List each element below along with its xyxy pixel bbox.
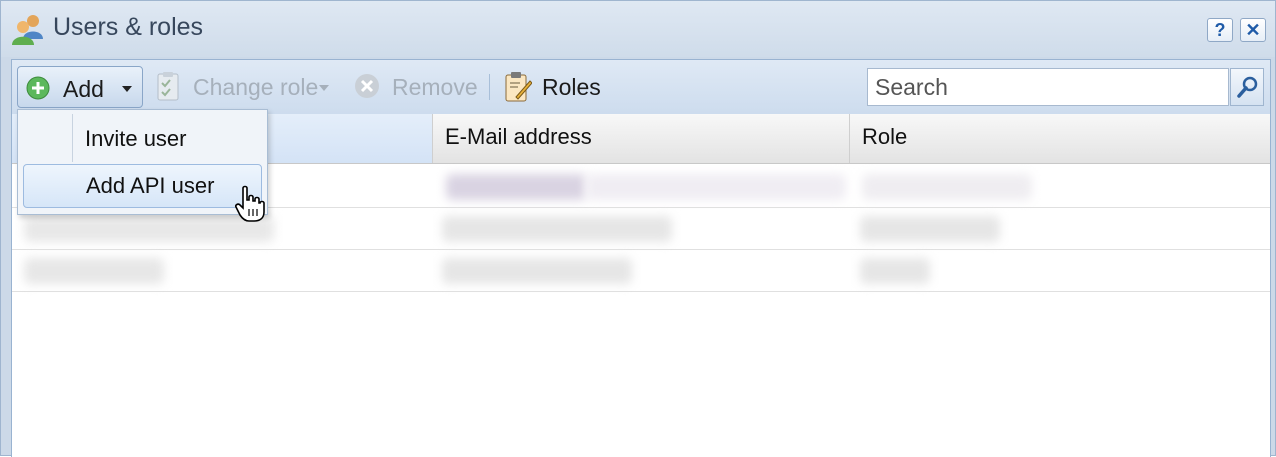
obscured-cell: [860, 258, 930, 284]
users-roles-window: Users & roles ? ✕ Add Change role Remove…: [0, 0, 1276, 457]
close-button[interactable]: ✕: [1240, 18, 1266, 42]
help-button[interactable]: ?: [1207, 18, 1233, 42]
change-role-button[interactable]: Change role: [156, 71, 330, 103]
clipboard-pencil-icon: [505, 72, 532, 102]
window-titlebar[interactable]: Users & roles ? ✕: [1, 1, 1275, 57]
search-field[interactable]: [867, 68, 1229, 106]
menu-item-add-api-user[interactable]: Add API user: [23, 164, 262, 208]
add-button[interactable]: Add: [17, 66, 143, 108]
magnifier-icon: [1237, 76, 1258, 98]
obscured-cell: [442, 258, 632, 284]
window-title: Users & roles: [53, 13, 204, 41]
clipboard-check-icon: [157, 72, 179, 101]
hand-pointer-icon: [235, 185, 265, 222]
users-icon: [12, 15, 43, 45]
obscured-cell: [24, 258, 164, 284]
chevron-down-icon: [122, 86, 132, 92]
add-circle-icon: [26, 76, 50, 100]
remove-label: Remove: [392, 74, 478, 100]
obscured-cell: [446, 174, 586, 200]
remove-button[interactable]: Remove: [354, 71, 484, 103]
obscured-cell: [442, 216, 672, 242]
search-input[interactable]: [868, 69, 1226, 105]
roles-label: Roles: [542, 74, 601, 100]
add-button-label: Add: [63, 76, 104, 102]
search-button[interactable]: [1230, 68, 1264, 106]
obscured-cell: [586, 174, 846, 200]
obscured-cell: [860, 216, 1000, 242]
chevron-down-icon: [319, 85, 329, 91]
column-header-role[interactable]: Role: [850, 114, 1270, 163]
menu-item-invite-user[interactable]: Invite user: [23, 118, 262, 162]
roles-button[interactable]: Roles: [504, 71, 604, 103]
column-header-email[interactable]: E-Mail address: [433, 114, 850, 163]
table-row[interactable]: [12, 250, 1270, 292]
remove-circle-icon: [355, 74, 379, 98]
toolbar: Add Change role Remove Roles Search: [12, 60, 1270, 114]
add-dropdown-menu: Invite user Add API user: [17, 109, 268, 215]
change-role-label: Change role: [193, 74, 319, 100]
toolbar-separator: [489, 74, 490, 100]
obscured-cell: [862, 174, 1032, 200]
